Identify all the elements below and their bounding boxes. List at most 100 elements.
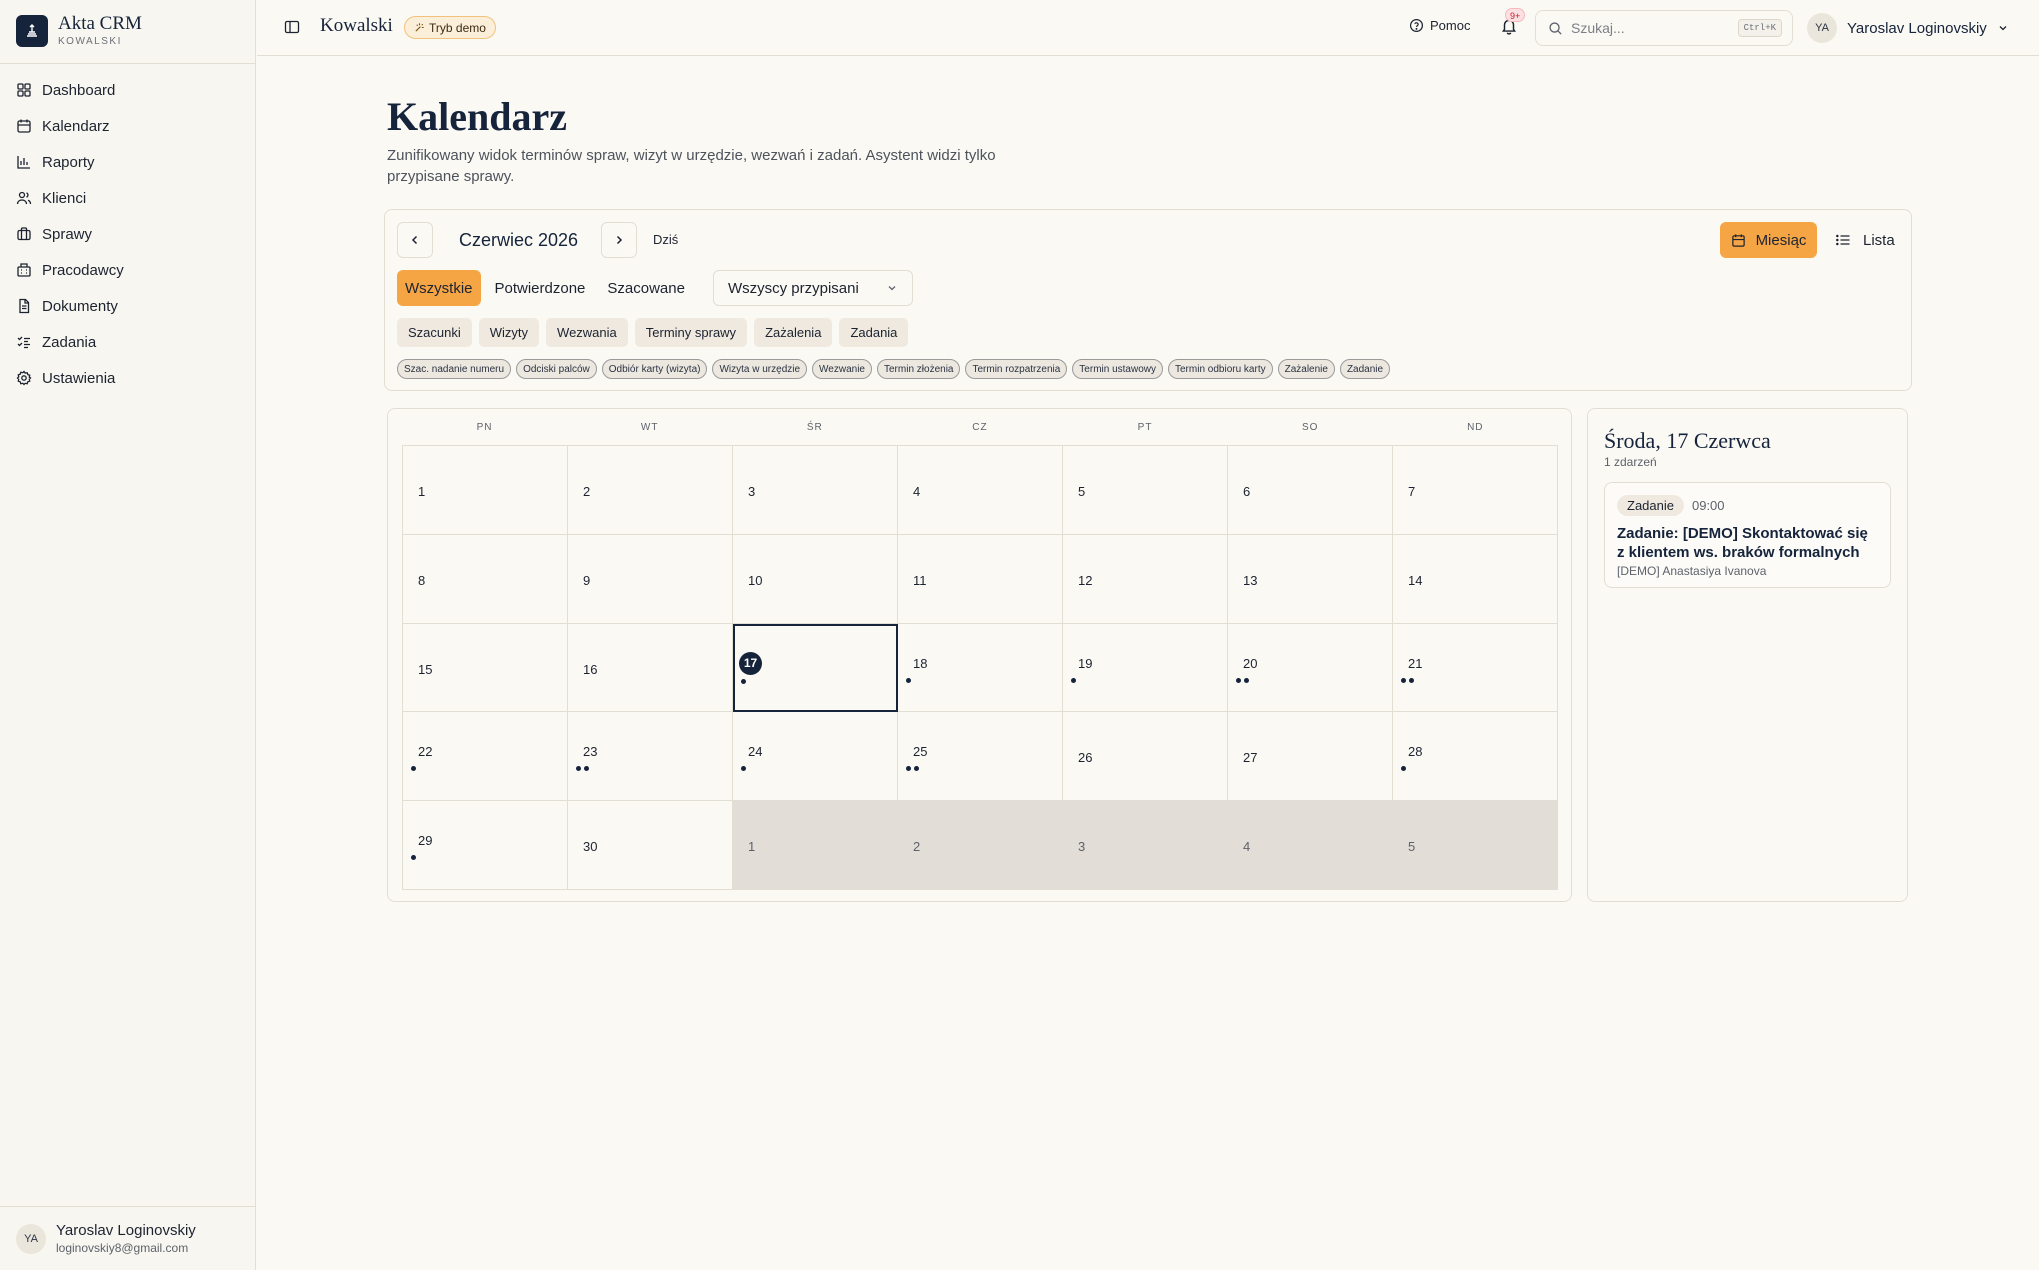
calendar-day-cell[interactable]: 26: [1063, 712, 1228, 802]
calendar-day-cell[interactable]: 21: [1393, 623, 1558, 713]
event-card[interactable]: Zadanie 09:00 Zadanie: [DEMO] Skontaktow…: [1604, 482, 1891, 588]
help-button[interactable]: Pomoc: [1409, 18, 1470, 33]
calendar-day-cell[interactable]: 7: [1393, 446, 1558, 535]
calendar-day-cell[interactable]: 29: [403, 801, 568, 890]
weekday-label: PT: [1137, 422, 1153, 433]
calendar-day-cell[interactable]: 23: [568, 712, 733, 802]
day-number: 26: [1078, 750, 1093, 766]
tasks-icon: [17, 336, 30, 349]
search-input[interactable]: [1571, 20, 1731, 36]
calendar-day-cell[interactable]: 17: [733, 623, 898, 713]
view-list-button[interactable]: Lista: [1825, 222, 1905, 258]
brand[interactable]: Akta CRM KOWALSKI: [16, 14, 142, 47]
sidebar-toggle-button[interactable]: [284, 19, 300, 40]
calendar-day-cell-outside-month[interactable]: 4: [1228, 801, 1393, 890]
view-month-button[interactable]: Miesiąc: [1720, 222, 1817, 258]
today-button[interactable]: Dziś: [653, 232, 678, 247]
calendar-day-cell[interactable]: 3: [733, 446, 898, 535]
category-filter[interactable]: Zażalenia: [754, 318, 833, 347]
calendar-day-cell[interactable]: 13: [1228, 534, 1393, 624]
event-type-chip[interactable]: Zażalenie: [1277, 359, 1335, 379]
event-type-chip[interactable]: Odciski palców: [516, 359, 597, 379]
event-type-chip[interactable]: Szac. nadanie numeru: [397, 359, 512, 379]
calendar-day-cell[interactable]: 8: [403, 534, 568, 624]
calendar-day-cell[interactable]: 15: [403, 623, 568, 713]
calendar-day-cell-outside-month[interactable]: 1: [733, 801, 898, 890]
sidebar-user[interactable]: YA Yaroslav Loginovskiy loginovskiy8@gma…: [0, 1206, 256, 1270]
calendar-day-cell[interactable]: 12: [1063, 534, 1228, 624]
calendar-day-cell[interactable]: 22: [403, 712, 568, 802]
calendar-day-cell[interactable]: 27: [1228, 712, 1393, 802]
sidebar-item-label: Dokumenty: [42, 297, 118, 315]
brand-name: Akta CRM: [58, 13, 142, 34]
calendar-day-cell[interactable]: 5: [1063, 446, 1228, 535]
day-event-count: 1 zdarzeń: [1604, 455, 1657, 469]
calendar-day-cell[interactable]: 10: [733, 534, 898, 624]
prev-month-button[interactable]: [397, 222, 433, 258]
calendar-day-cell[interactable]: 2: [568, 446, 733, 535]
calendar-day-cell[interactable]: 19: [1063, 623, 1228, 713]
calendar-day-cell[interactable]: 20: [1228, 623, 1393, 713]
sidebar-item-calendar[interactable]: Kalendarz: [8, 108, 248, 144]
day-number: 12: [1078, 572, 1093, 588]
sidebar-item-reports[interactable]: Raporty: [8, 144, 248, 180]
calendar-day-cell[interactable]: 25: [898, 712, 1063, 802]
calendar-day-cell-outside-month[interactable]: 5: [1393, 801, 1558, 890]
calendar-day-cell[interactable]: 14: [1393, 534, 1558, 624]
filter-all[interactable]: Wszystkie: [397, 270, 481, 306]
event-indicator-group: [906, 766, 919, 772]
demo-badge-label: Tryb demo: [429, 20, 486, 35]
sparkle-icon: [415, 23, 424, 32]
category-filter[interactable]: Terminy sprawy: [634, 318, 748, 347]
calendar-day-cell-outside-month[interactable]: 3: [1063, 801, 1228, 890]
next-month-button[interactable]: [601, 222, 637, 258]
day-number: 14: [1408, 572, 1423, 588]
filter-confirmed[interactable]: Potwierdzone: [487, 270, 594, 306]
sidebar-item-employers[interactable]: Pracodawcy: [8, 252, 248, 288]
event-type-chip[interactable]: Wezwanie: [812, 359, 872, 379]
day-number: 1: [418, 484, 426, 499]
day-number: 4: [913, 484, 921, 499]
assignee-select[interactable]: Wszyscy przypisani: [712, 270, 913, 306]
sidebar-item-documents[interactable]: Dokumenty: [8, 288, 248, 324]
calendar-day-cell[interactable]: 11: [898, 534, 1063, 624]
event-type-chip[interactable]: Odbiór karty (wizyta): [601, 359, 708, 379]
category-filter[interactable]: Szacunki: [397, 318, 472, 347]
calendar-day-cell[interactable]: 24: [733, 712, 898, 802]
day-number: 30: [583, 839, 598, 855]
sidebar-item-dashboard[interactable]: Dashboard: [8, 72, 248, 108]
sidebar-item-clients[interactable]: Klienci: [8, 180, 248, 216]
category-filter[interactable]: Zadania: [839, 318, 909, 347]
calendar-day-cell-outside-month[interactable]: 2: [898, 801, 1063, 890]
calendar-toolbar: Czerwiec 2026 Dziś Miesiąc Lista Wszystk…: [384, 209, 1912, 391]
event-dot: [576, 766, 581, 772]
calendar-day-cell[interactable]: 18: [898, 623, 1063, 713]
event-type-chip[interactable]: Termin odbioru karty: [1168, 359, 1273, 379]
sidebar-item-settings[interactable]: Ustawienia: [8, 360, 248, 396]
calendar-day-cell[interactable]: 4: [898, 446, 1063, 535]
calendar-day-cell[interactable]: 16: [568, 623, 733, 713]
event-type-chip[interactable]: Termin ustawowy: [1072, 359, 1163, 379]
filter-estimated[interactable]: Szacowane: [599, 270, 693, 306]
event-type-chip[interactable]: Termin rozpatrzenia: [965, 359, 1068, 379]
category-filter[interactable]: Wezwania: [546, 318, 628, 347]
event-type-chip[interactable]: Wizyta w urzędzie: [712, 359, 808, 379]
sidebar-item-tasks[interactable]: Zadania: [8, 324, 248, 360]
event-dot: [1401, 677, 1406, 683]
day-number: 13: [1243, 572, 1258, 588]
event-type-chip[interactable]: Termin złożenia: [877, 359, 961, 379]
calendar-day-cell[interactable]: 6: [1228, 446, 1393, 535]
category-filter[interactable]: Wizyty: [478, 318, 540, 347]
event-indicator-group: [741, 678, 746, 684]
calendar-day-cell[interactable]: 9: [568, 534, 733, 624]
calendar-day-cell[interactable]: 1: [403, 446, 568, 535]
list-icon: [1836, 234, 1850, 246]
search-box[interactable]: Ctrl+K: [1535, 10, 1793, 46]
event-type-chip[interactable]: Zadanie: [1339, 359, 1391, 379]
calendar-day-cell[interactable]: 28: [1393, 712, 1558, 802]
user-menu[interactable]: YA Yaroslav Loginovskiy: [1807, 13, 2009, 43]
sidebar-item-cases[interactable]: Sprawy: [8, 216, 248, 252]
calendar-day-cell[interactable]: 30: [568, 801, 733, 890]
weekday-label: WT: [640, 422, 659, 433]
user-name: Yaroslav Loginovskiy: [56, 1222, 196, 1239]
